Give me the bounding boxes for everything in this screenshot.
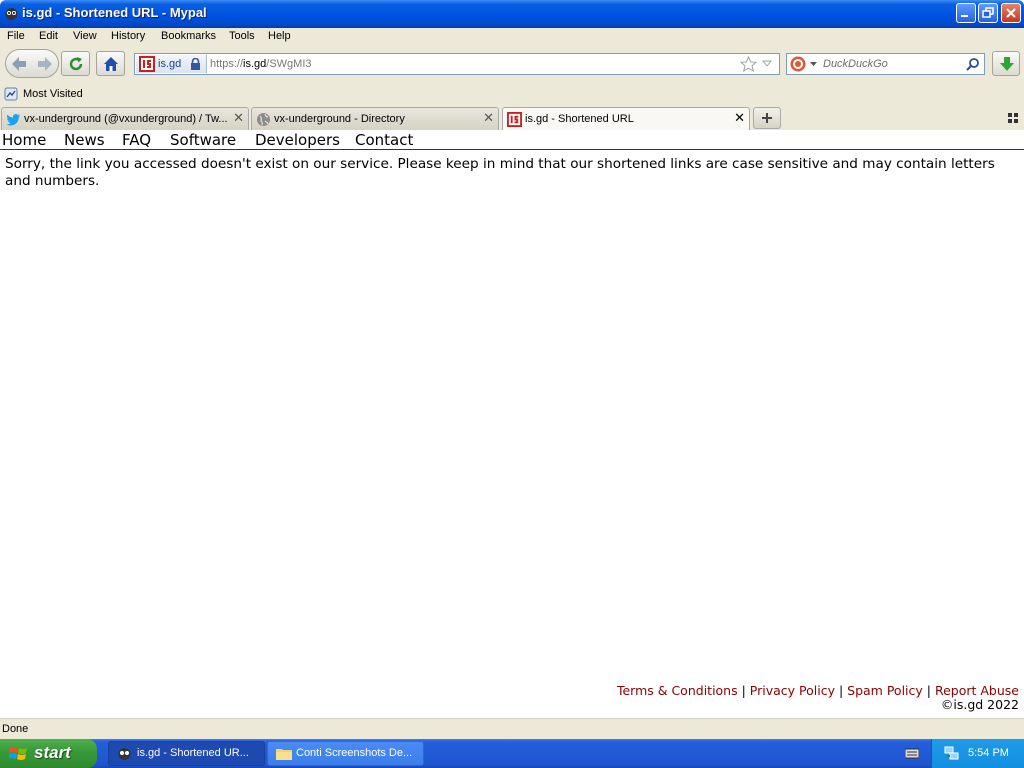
- search-bar[interactable]: DuckDuckGo: [786, 53, 985, 75]
- isgd-favicon-icon: [139, 56, 155, 72]
- keyboard-icon[interactable]: [905, 748, 919, 759]
- restore-icon: [982, 7, 994, 18]
- title-bar[interactable]: is.gd - Shortened URL - Mypal: [0, 0, 1024, 28]
- minimize-icon: [961, 15, 968, 17]
- home-button[interactable]: [96, 51, 125, 76]
- new-tab-button[interactable]: [753, 107, 781, 129]
- back-forward-group: [5, 49, 59, 78]
- tab-close-icon[interactable]: ✕: [734, 111, 745, 126]
- tab-close-icon[interactable]: ✕: [483, 111, 494, 126]
- tab-isgd[interactable]: is.gd - Shortened URL ✕: [502, 107, 750, 131]
- duckduckgo-icon[interactable]: [790, 56, 806, 72]
- plus-icon: [762, 113, 772, 123]
- mypal-taskbar-icon: [118, 748, 131, 760]
- clock: 5:54 PM: [968, 747, 1009, 759]
- network-icon[interactable]: [944, 745, 960, 761]
- windows-logo-icon: [9, 747, 27, 760]
- copyright: ©is.gd 2022: [940, 697, 1019, 712]
- tab-strip: vx-underground (@vxunderground) / Tw... …: [0, 105, 1024, 131]
- identity-label: is.gd: [158, 58, 182, 70]
- search-placeholder: DuckDuckGo: [823, 58, 888, 70]
- reload-icon: [69, 57, 83, 71]
- most-visited-icon: [4, 87, 18, 101]
- url-dropdown-icon[interactable]: [762, 60, 772, 68]
- system-tray: 5:54 PM: [931, 739, 1024, 768]
- url-scheme: https://: [210, 58, 244, 70]
- nav-software-link[interactable]: Software: [170, 131, 236, 149]
- nav-faq-link[interactable]: FAQ: [122, 131, 151, 149]
- isgd-icon: [507, 112, 522, 127]
- tab-directory[interactable]: vx-underground - Directory ✕: [251, 107, 499, 130]
- home-icon: [104, 57, 118, 71]
- lock-icon: [191, 58, 200, 70]
- taskbar-item-folder[interactable]: Conti Screenshots De...: [267, 741, 424, 766]
- window-title: is.gd - Shortened URL - Mypal: [22, 5, 207, 20]
- tab-twitter[interactable]: vx-underground (@vxunderground) / Tw... …: [1, 107, 249, 130]
- url-text[interactable]: https://is.gd/SWgMI3: [210, 58, 312, 70]
- back-arrow-icon[interactable]: [10, 55, 28, 73]
- nav-developers-link[interactable]: Developers: [255, 131, 340, 149]
- terms-link[interactable]: Terms & Conditions: [617, 683, 738, 698]
- privacy-link[interactable]: Privacy Policy: [750, 683, 835, 698]
- list-all-tabs-icon[interactable]: [1008, 113, 1018, 123]
- tab-label: is.gd - Shortened URL: [525, 113, 634, 125]
- close-window-button[interactable]: [1001, 3, 1021, 23]
- globe-icon: [257, 113, 270, 126]
- menu-bookmarks[interactable]: Bookmarks: [161, 30, 216, 42]
- page-footer: Terms & Conditions | Privacy Policy | Sp…: [617, 684, 1019, 712]
- folder-icon: [276, 749, 292, 760]
- site-identity-button[interactable]: is.gd: [136, 55, 207, 73]
- most-visited-bookmark[interactable]: Most Visited: [23, 88, 83, 100]
- spam-policy-link[interactable]: Spam Policy: [847, 683, 923, 698]
- bookmark-star-icon[interactable]: [740, 56, 757, 73]
- report-abuse-link[interactable]: Report Abuse: [935, 683, 1019, 698]
- close-icon: [1006, 8, 1016, 18]
- status-bar: Done: [0, 718, 1024, 740]
- tab-label: vx-underground (@vxunderground) / Tw...: [24, 113, 228, 125]
- menu-view[interactable]: View: [73, 30, 97, 42]
- url-path: /SWgMI3: [266, 58, 312, 70]
- tab-close-icon[interactable]: ✕: [233, 111, 244, 126]
- nav-home-link[interactable]: Home: [2, 131, 46, 149]
- url-host: is.gd: [243, 58, 267, 70]
- page-content: Home News FAQ Software Developers Contac…: [0, 130, 1024, 718]
- taskbar-item-label: is.gd - Shortened UR...: [137, 747, 249, 759]
- footer-separator: |: [838, 683, 848, 698]
- footer-separator: |: [741, 683, 750, 698]
- site-nav: Home News FAQ Software Developers Contac…: [0, 130, 1024, 150]
- bookmarks-toolbar: Most Visited: [0, 84, 1024, 105]
- taskbar-item-label: Conti Screenshots De...: [296, 747, 413, 759]
- restore-button[interactable]: [978, 3, 998, 23]
- engine-dropdown-icon[interactable]: [810, 62, 817, 67]
- minimize-button[interactable]: [956, 3, 976, 23]
- menu-file[interactable]: File: [7, 30, 25, 42]
- start-button[interactable]: start: [0, 739, 97, 768]
- menu-edit[interactable]: Edit: [39, 30, 58, 42]
- menu-bar: File Edit View History Bookmarks Tools H…: [0, 28, 1024, 46]
- download-button[interactable]: [992, 51, 1020, 76]
- reload-button[interactable]: [61, 51, 90, 76]
- url-bar[interactable]: is.gd https://is.gd/SWgMI3: [134, 53, 780, 75]
- menu-help[interactable]: Help: [268, 30, 291, 42]
- status-text: Done: [2, 723, 29, 735]
- taskbar: start is.gd - Shortened UR... Conti Scre…: [0, 739, 1024, 768]
- mypal-app-icon: [5, 8, 18, 20]
- menu-history[interactable]: History: [111, 30, 145, 42]
- footer-separator: |: [926, 683, 935, 698]
- menu-tools[interactable]: Tools: [229, 30, 255, 42]
- error-message: Sorry, the link you accessed doesn't exi…: [5, 156, 995, 189]
- search-icon[interactable]: [966, 57, 980, 71]
- forward-arrow-icon[interactable]: [36, 55, 54, 73]
- nav-news-link[interactable]: News: [64, 131, 105, 149]
- start-label: start: [34, 743, 71, 762]
- download-arrow-icon: [1000, 57, 1014, 71]
- nav-contact-link[interactable]: Contact: [355, 131, 413, 149]
- taskbar-item-mypal[interactable]: is.gd - Shortened UR...: [108, 741, 265, 766]
- twitter-icon: [6, 114, 20, 126]
- tab-label: vx-underground - Directory: [274, 113, 405, 125]
